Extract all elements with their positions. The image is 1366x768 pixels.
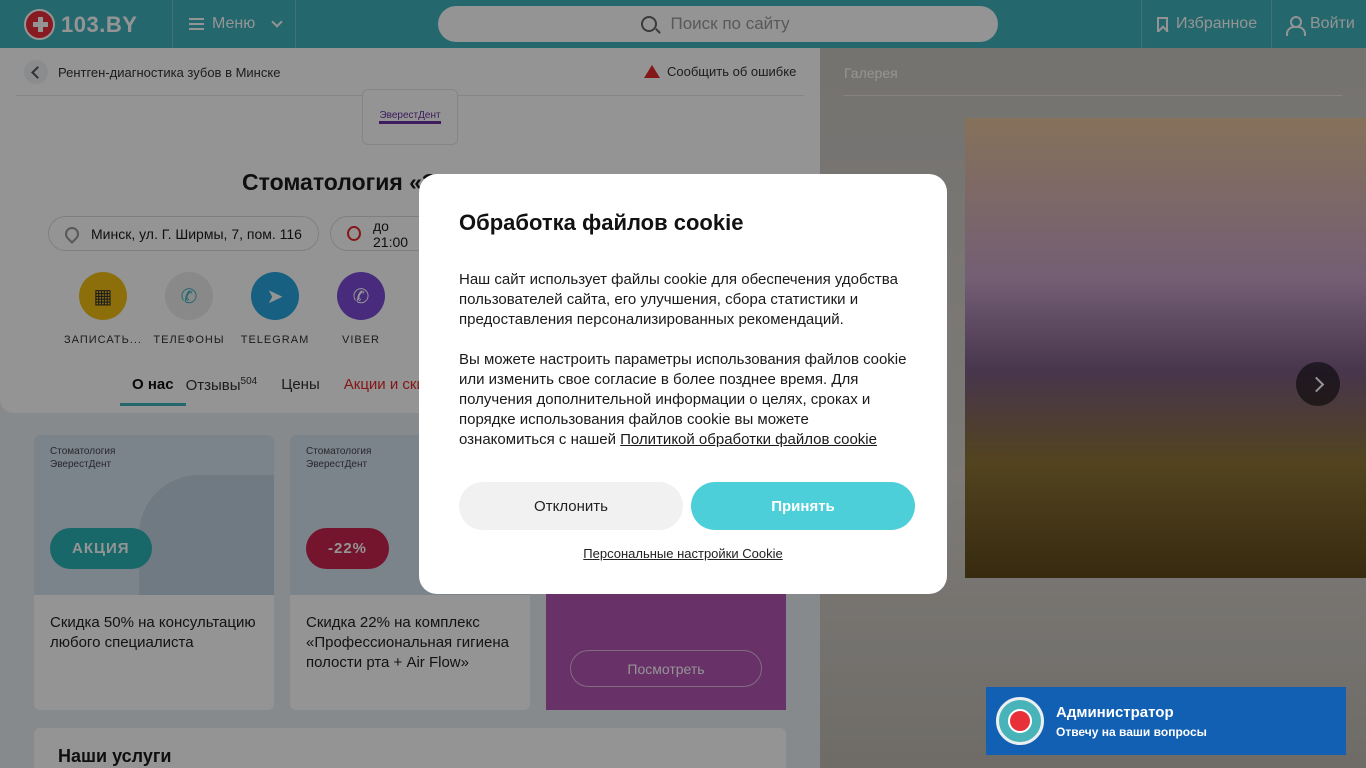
accept-button[interactable]: Принять (691, 482, 915, 530)
admin-subtitle: Отвечу на ваши вопросы (1056, 724, 1207, 739)
decline-button[interactable]: Отклонить (459, 482, 683, 530)
admin-name: Администратор (1056, 703, 1174, 721)
admin-avatar (996, 697, 1044, 745)
personal-settings-link[interactable]: Персональные настройки Cookie (419, 546, 947, 561)
cookie-paragraph: Наш сайт использует файлы cookie для обе… (459, 271, 898, 328)
cookie-dialog: Обработка файлов cookie Наш сайт использ… (419, 174, 947, 594)
cookie-policy-link[interactable]: Политикой обработки файлов cookie (620, 431, 877, 448)
cookie-buttons: Отклонить Принять (459, 482, 915, 530)
admin-chat-widget[interactable]: Администратор Отвечу на ваши вопросы (986, 687, 1346, 755)
cookie-title: Обработка файлов cookie (459, 210, 744, 235)
red-cross-icon (1008, 709, 1032, 733)
admin-text: Администратор Отвечу на ваши вопросы (1056, 704, 1207, 739)
cookie-paragraph: Вы можете настроить параметры использова… (459, 350, 907, 450)
